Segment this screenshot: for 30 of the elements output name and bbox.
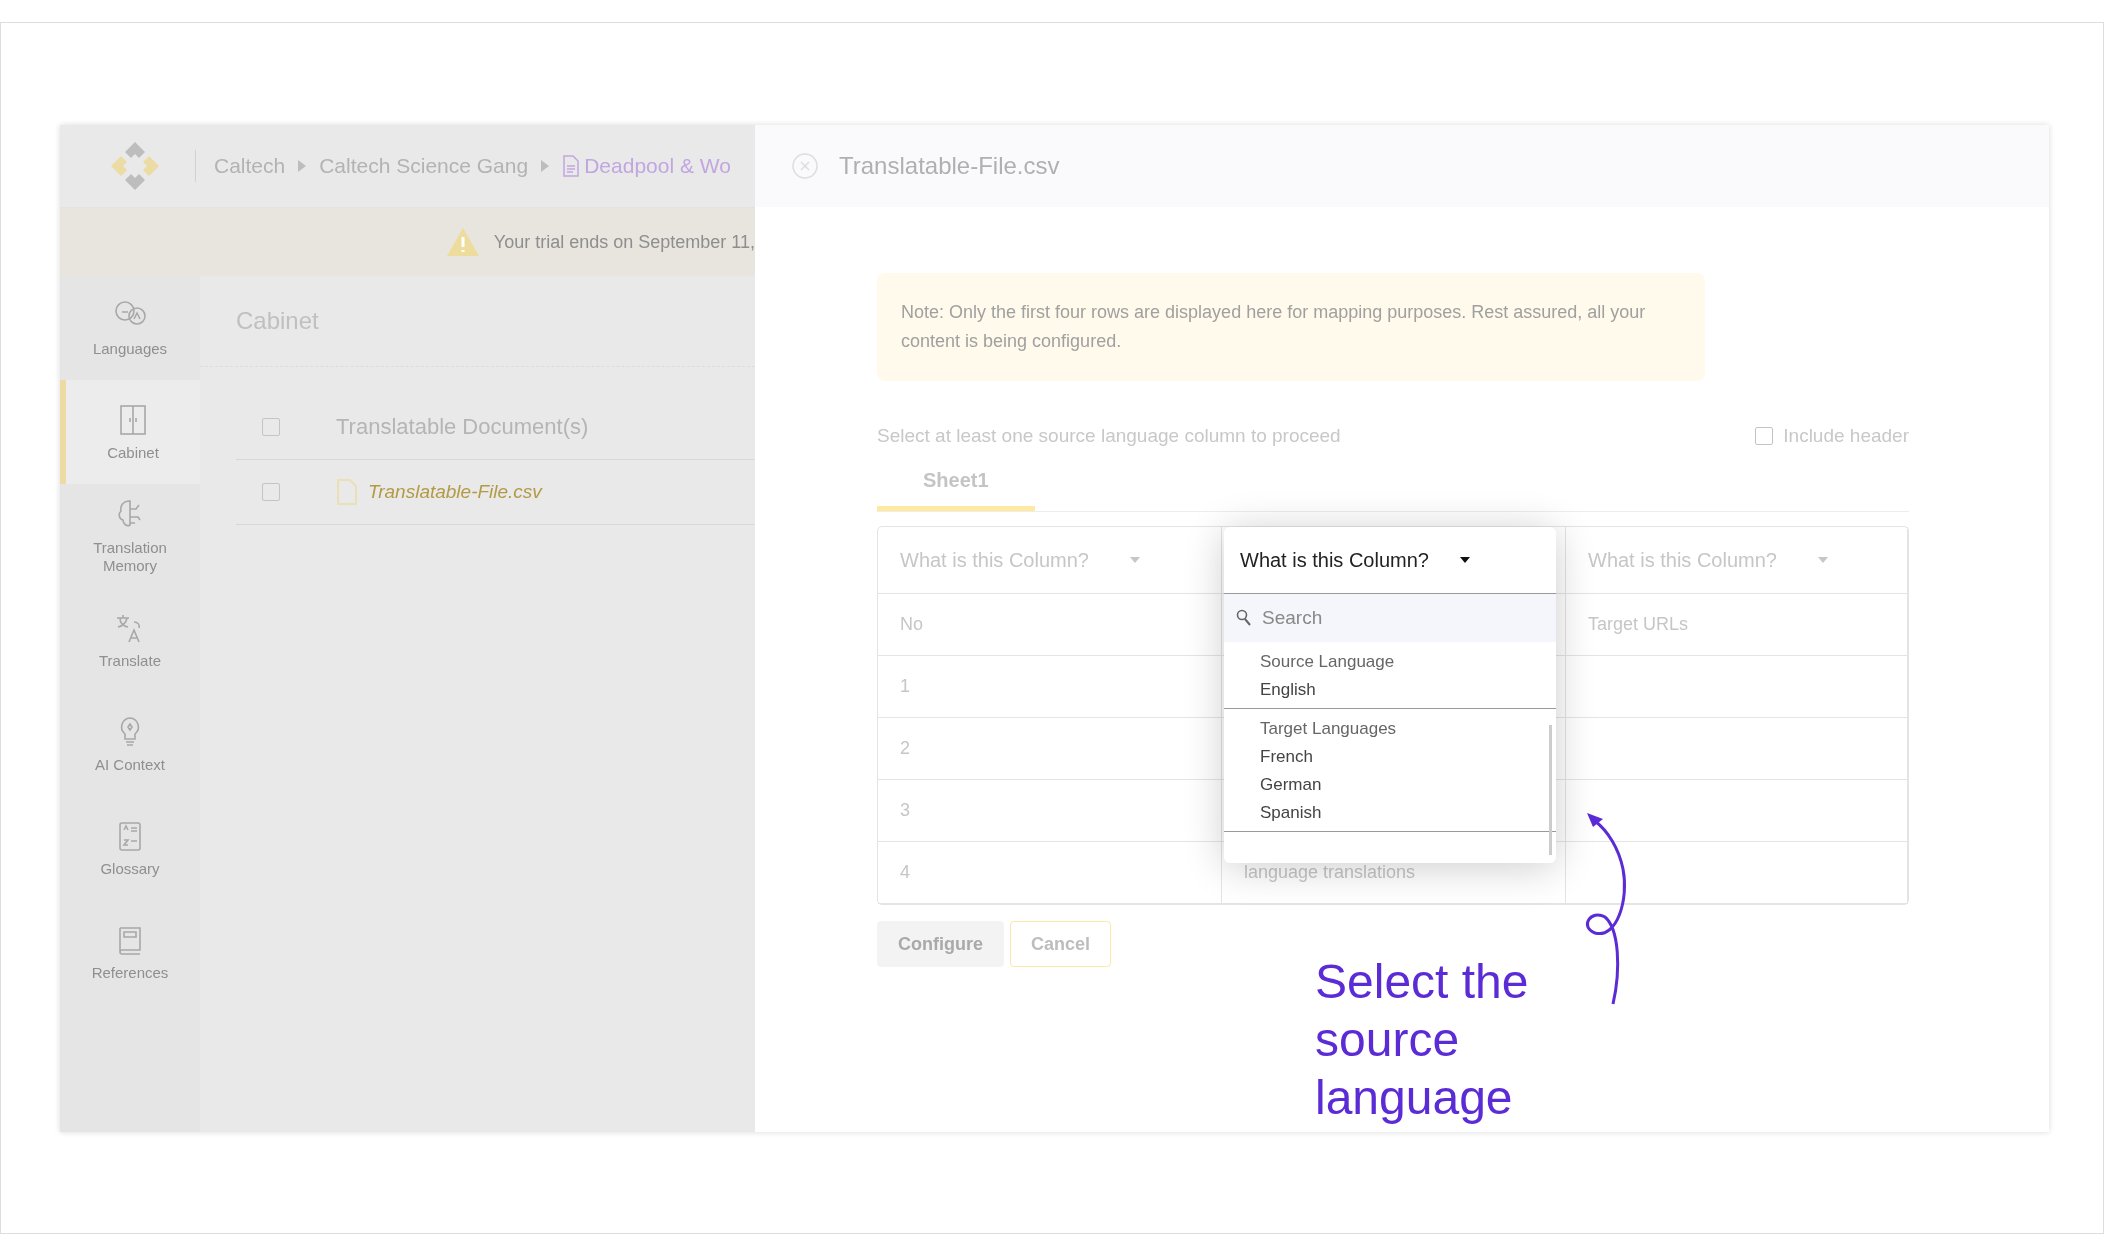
sidebar-item[interactable]: Cabinet — [60, 380, 200, 484]
column-select[interactable]: What is this Column? — [1566, 527, 1908, 594]
group-label: Target Languages — [1260, 719, 1398, 740]
trial-notice: Your trial ends on September 11, — [493, 231, 755, 253]
info-note: Note: Only the first four rows are displayed here for mapping purposes. Rest assured, all your content is being configured. — [877, 273, 1705, 381]
annotation-text: Select the source language — [1315, 954, 1530, 1126]
group-label: Source Language — [1260, 652, 1396, 673]
sidebar-item[interactable]: Translate — [60, 588, 200, 692]
sidebar-item[interactable]: Languages — [60, 276, 200, 380]
sidebar-item[interactable]: Translation Memory — [60, 484, 200, 588]
table-cell: 1 — [878, 656, 1222, 718]
column-select[interactable]: What is this Column? — [878, 527, 1222, 594]
file-link[interactable]: Translatable-File.csv — [368, 481, 542, 503]
sidebar-item[interactable]: AI Context — [60, 692, 200, 796]
table-cell: 4 — [878, 842, 1222, 904]
sidebar-item[interactable]: References — [60, 900, 200, 1004]
dialog-title: Translatable-File.csv — [839, 152, 1060, 180]
search-field[interactable]: Search — [1224, 594, 1556, 642]
table-cell: No — [878, 594, 1222, 656]
sidebar-item[interactable]: Glossary — [60, 796, 200, 900]
menu-option[interactable]: German — [1260, 771, 1556, 799]
menu-option[interactable]: Spanish — [1260, 799, 1556, 827]
menu-option[interactable]: English — [1260, 676, 1556, 704]
action-button[interactable]: Cancel — [1010, 921, 1112, 967]
menu-option[interactable]: French — [1260, 743, 1556, 771]
sheet-tab[interactable]: Sheet1 — [877, 461, 1035, 511]
table-cell: Target URLs — [1566, 594, 1908, 656]
table-cell: 2 — [878, 718, 1222, 780]
breadcrumb-link[interactable]: Deadpool & Wo — [562, 154, 731, 178]
table-cell: 3 — [878, 780, 1222, 842]
